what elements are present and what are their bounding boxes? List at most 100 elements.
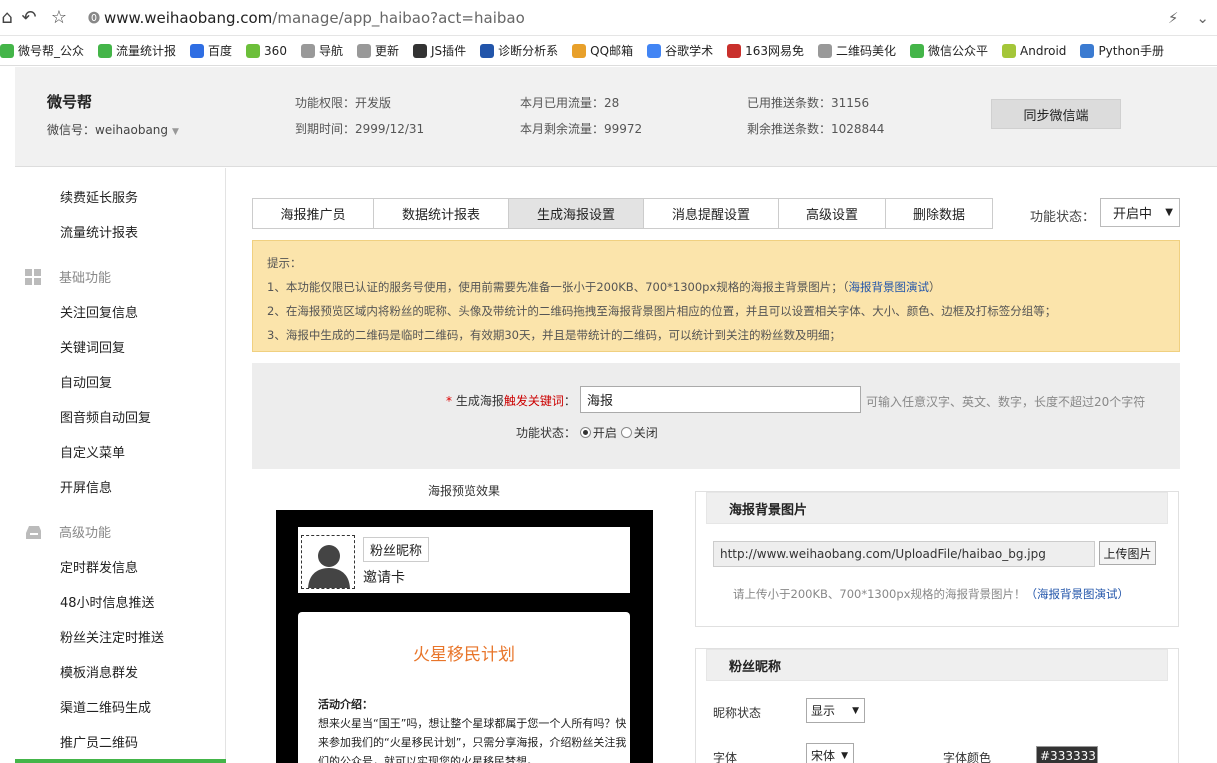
status-select-value: 开启中	[1113, 207, 1153, 222]
sidebar-item-renew[interactable]: 续费延长服务	[60, 187, 138, 206]
font-select[interactable]: 宋体 ▼	[806, 743, 854, 763]
sidebar-item-scheduled[interactable]: 定时群发信息	[60, 557, 138, 576]
bookmark-item[interactable]: 163网易免	[727, 42, 804, 59]
chevron-down-icon[interactable]: ⌄	[1196, 9, 1209, 27]
url-path: /manage/app_haibao?act=haibao	[272, 8, 525, 27]
caret-down-icon: ▼	[1165, 207, 1173, 218]
poster-title: 火星移民计划	[413, 645, 515, 665]
sidebar-group-basic-label: 基础功能	[59, 271, 112, 286]
bookmark-item[interactable]: 360	[246, 43, 287, 58]
remain-flow-info: 本月剩余流量：99972	[520, 122, 643, 136]
sidebar-item-custom-menu[interactable]: 自定义菜单	[60, 442, 125, 461]
sidebar: 续费延长服务 流量统计报表 基础功能 关注回复信息 关键词回复 自动回复 图音频…	[15, 168, 226, 763]
bookmark-item[interactable]: 百度	[190, 42, 232, 59]
keyword-label-a: 生成海报	[452, 394, 504, 408]
sidebar-item-channel-qr[interactable]: 渠道二维码生成	[60, 697, 151, 716]
keyword-input[interactable]: 海报	[580, 386, 861, 413]
radio-off-label[interactable]: 关闭	[634, 426, 658, 440]
radio-on-label[interactable]: 开启	[593, 426, 617, 440]
bookmark-label: 导航	[318, 44, 343, 58]
bg-hint: 请上传小于200KB、700*1300px规格的海报背景图片！（海报背景图演试）	[733, 586, 1129, 602]
bookmark-item[interactable]: 微信公众平	[910, 42, 988, 59]
lightning-icon[interactable]: ⚡	[1168, 9, 1179, 27]
bookmark-item[interactable]: 导航	[300, 42, 343, 59]
bookmark-label: 163网易免	[745, 44, 804, 58]
notice-line-3: 3、海报中生成的二维码是临时二维码，有效期30天，并且是带统计的二维码，可以统计…	[267, 328, 841, 342]
tab-promoter[interactable]: 海报推广员	[252, 198, 374, 229]
bookmark-item[interactable]: 二维码美化	[818, 42, 896, 59]
tab-message-reminder[interactable]: 消息提醒设置	[643, 198, 779, 229]
security-icon: ⓿	[88, 11, 101, 25]
tab-statistics[interactable]: 数据统计报表	[373, 198, 509, 229]
nick-state-value: 显示	[811, 704, 836, 718]
keyword-label-c: ：	[563, 394, 576, 408]
bookmark-item[interactable]: 谷歌学术	[647, 42, 713, 59]
notice-line-2: 2、在海报预览区域内将粉丝的昵称、头像及带统计的二维码拖拽至海报背景图片相应的位…	[267, 304, 1057, 318]
bookmark-label: 谷歌学术	[665, 44, 714, 58]
url-field[interactable]: ⓿ www.weihaobang.com/manage/app_haibao?a…	[88, 9, 525, 27]
preview-title: 海报预览效果	[428, 484, 501, 498]
tab-delete-data[interactable]: 删除数据	[885, 198, 993, 229]
sidebar-item-auto-reply[interactable]: 自动回复	[60, 372, 112, 391]
caret-down-icon: ▼	[852, 705, 859, 716]
sidebar-item-template-msg[interactable]: 模板消息群发	[60, 662, 138, 681]
sync-wechat-button[interactable]: 同步微信端	[991, 99, 1121, 129]
bg-hint-link[interactable]: （海报背景图演试）	[1025, 587, 1129, 601]
font-color-input[interactable]: #333333	[1036, 746, 1098, 763]
notice-line-1-text: 1、本功能仅限已认证的服务号使用，使用前需要先准备一张小于200KB、700*1…	[267, 280, 849, 294]
poster-preview: 粉丝昵称 邀请卡 火星移民计划 活动介绍： 想来火星当“国王”吗，想让整个星球都…	[276, 510, 653, 763]
back-icon[interactable]: ↶	[14, 0, 44, 36]
nick-state-select[interactable]: 显示 ▼	[806, 698, 865, 723]
bg-demo-link[interactable]: 海报背景图演试	[849, 280, 930, 294]
bookmark-label: Android	[1020, 43, 1067, 58]
radio-off[interactable]	[620, 427, 632, 438]
expire-info: 到期时间：2999/12/31	[295, 122, 425, 136]
sidebar-item-splash[interactable]: 开屏信息	[60, 477, 112, 496]
sidebar-item-48h-push[interactable]: 48小时信息推送	[60, 592, 155, 611]
status-select[interactable]: 开启中 ▼	[1100, 198, 1180, 227]
bookmark-item[interactable]: JS插件	[412, 42, 466, 59]
tab-poster-settings[interactable]: 生成海报设置	[508, 198, 644, 229]
function-state-label: 功能状态：	[516, 426, 577, 440]
bookmark-favicon-icon	[572, 43, 587, 58]
bookmark-label: 微信公众平	[928, 44, 989, 58]
bookmark-label: 流量统计报	[116, 44, 177, 58]
sidebar-item-keyword-reply[interactable]: 关键词回复	[60, 337, 125, 356]
sidebar-item-media-reply[interactable]: 图音频自动回复	[60, 407, 151, 426]
sidebar-item-flow-report[interactable]: 流量统计报表	[60, 222, 138, 241]
font-label: 字体	[713, 751, 738, 763]
star-icon[interactable]: ☆	[44, 0, 74, 36]
keyword-label-b: 触发关键词	[503, 394, 564, 408]
sidebar-item-promoter-qr[interactable]: 推广员二维码	[60, 732, 138, 751]
bookmark-item[interactable]: 流量统计报	[98, 42, 176, 59]
upload-image-button[interactable]: 上传图片	[1099, 541, 1156, 565]
sidebar-item-follow-push[interactable]: 粉丝关注定时推送	[60, 627, 164, 646]
browser-address-bar: ⌂ ↶ ☆ ⓿ www.weihaobang.com/manage/app_ha…	[0, 0, 1217, 36]
bookmark-item[interactable]: Python手册	[1080, 42, 1164, 59]
radio-on[interactable]	[579, 427, 591, 438]
url-host: www.weihaobang.com	[104, 8, 273, 27]
bookmark-item[interactable]: QQ邮箱	[572, 42, 633, 59]
bookmark-item[interactable]: 微号帮_公众	[0, 42, 84, 59]
poster-text: 想来火星当“国王”吗，想让整个星球都属于您一个人所有吗？快来参加我们的“火星移民…	[318, 717, 627, 763]
bookmark-label: 诊断分析系	[498, 44, 559, 58]
home-icon[interactable]: ⌂	[0, 0, 14, 36]
bookmark-favicon-icon	[356, 43, 371, 58]
bookmark-item[interactable]: 诊断分析系	[480, 42, 558, 59]
avatar[interactable]	[301, 535, 355, 589]
keyword-label: * 生成海报触发关键词：	[446, 392, 576, 409]
bg-url-input[interactable]: http://www.weihaobang.com/UploadFile/hai…	[713, 541, 1095, 567]
bookmark-item[interactable]: 更新	[356, 42, 399, 59]
tab-advanced[interactable]: 高级设置	[778, 198, 886, 229]
sidebar-item-follow-reply[interactable]: 关注回复信息	[60, 302, 138, 321]
wechat-id[interactable]: 微信号：weihaobang ▼	[47, 121, 179, 138]
nickname-placeholder[interactable]: 粉丝昵称	[363, 537, 429, 562]
nick-state-label: 昵称状态	[713, 706, 762, 720]
bookmark-label: 360	[264, 43, 287, 58]
font-value: 宋体	[811, 749, 836, 763]
wechat-id-label: 微信号：weihaobang	[47, 123, 169, 137]
poster-header: 粉丝昵称 邀请卡	[298, 527, 630, 593]
bookmark-item[interactable]: Android	[1002, 43, 1067, 58]
keyword-hint: 可输入任意汉字、英文、数字，长度不超过20个字符	[866, 395, 1146, 409]
bookmark-favicon-icon	[647, 43, 662, 58]
